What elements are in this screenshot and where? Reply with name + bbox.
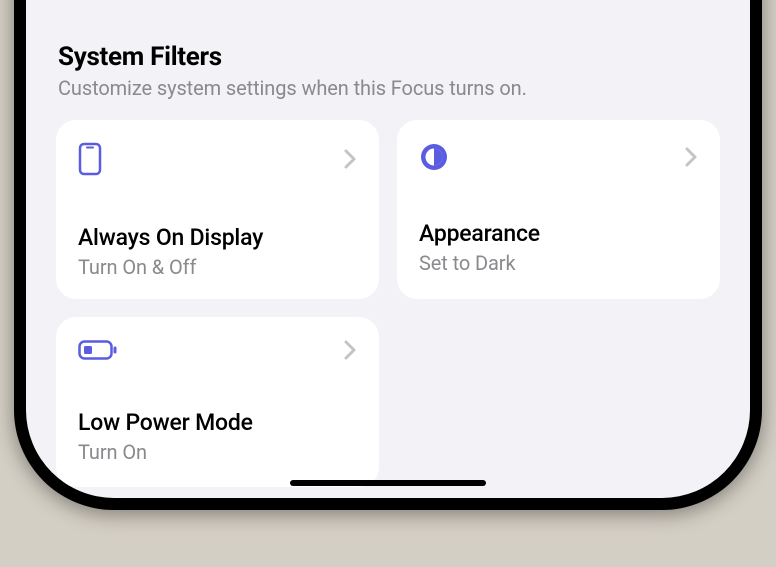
phone-frame: System Filters Customize system settings… <box>14 0 762 510</box>
appearance-icon <box>419 142 449 172</box>
filter-card-always-on-display[interactable]: Always On Display Turn On & Off <box>56 120 379 299</box>
filter-grid: Always On Display Turn On & Off <box>56 120 720 487</box>
filter-card-appearance[interactable]: Appearance Set to Dark <box>397 120 720 299</box>
screen: System Filters Customize system settings… <box>26 0 750 498</box>
battery-icon <box>78 339 118 361</box>
filter-card-subtitle: Turn On & Off <box>78 255 357 279</box>
filter-card-title: Appearance <box>419 220 698 247</box>
chevron-right-icon <box>343 339 357 361</box>
section-subtitle: Customize system settings when this Focu… <box>58 76 720 100</box>
filter-card-title: Always On Display <box>78 224 357 251</box>
phone-icon <box>78 142 102 176</box>
filter-card-title: Low Power Mode <box>78 409 357 436</box>
chevron-right-icon <box>684 146 698 168</box>
chevron-right-icon <box>343 148 357 170</box>
filter-card-subtitle: Set to Dark <box>419 251 698 275</box>
home-indicator[interactable] <box>290 480 486 486</box>
filter-card-subtitle: Turn On <box>78 440 357 464</box>
section-title: System Filters <box>58 42 720 72</box>
filter-card-low-power-mode[interactable]: Low Power Mode Turn On <box>56 317 379 487</box>
